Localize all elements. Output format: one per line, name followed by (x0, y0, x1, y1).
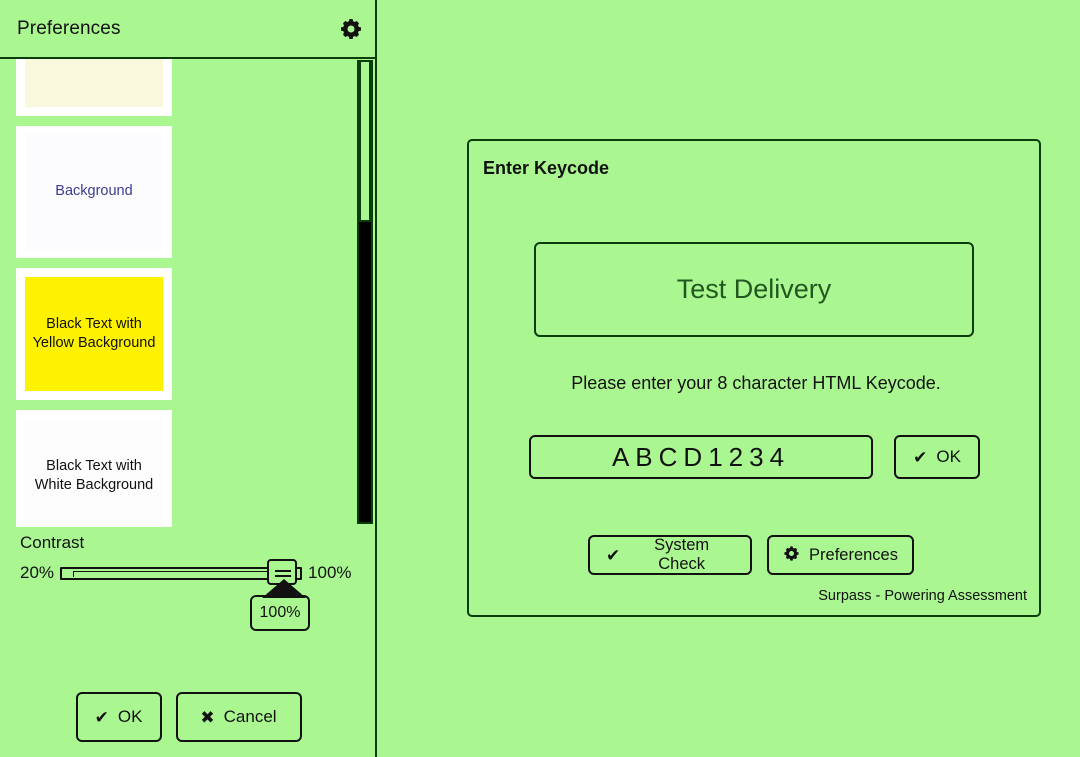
swatch-scroll-area[interactable]: Background Background Black Text with Yell… (0, 57, 375, 527)
contrast-label: Contrast (20, 533, 85, 552)
delivery-mode-label: Test Delivery (676, 274, 832, 304)
contrast-min-label: 20% (20, 563, 55, 582)
preferences-footer: ✔ OK ✖ Cancel (0, 692, 375, 742)
contrast-value-label: 100% (259, 604, 301, 621)
swatch-scrollbar[interactable] (357, 60, 373, 524)
preferences-ok-label: OK (117, 707, 143, 726)
swatch-black-text-cream-background[interactable]: Background (16, 59, 172, 116)
preferences-panel: Preferences Background Background Black Te… (0, 0, 377, 757)
keycode-ok-label: OK (936, 447, 961, 466)
colour-swatch-grid: Background Background Black Text with Yell… (0, 59, 350, 527)
contrast-control: Contrast 20% 100% (20, 533, 360, 585)
preferences-cancel-label: Cancel (223, 707, 277, 726)
swatch-black-text-white-background[interactable]: Black Text with White Background (16, 410, 172, 527)
cross-icon: ✖ (200, 707, 215, 727)
system-check-label: System Check (654, 536, 710, 573)
swatch-label: Background (25, 135, 163, 249)
swatch-label: Black Text with Yellow Background (25, 277, 163, 391)
swatch-dark-blue-text-white-background[interactable]: Background (16, 126, 172, 258)
preferences-titlebar: Preferences (0, 0, 375, 57)
keycode-entry-row: ✔ OK (529, 435, 980, 479)
brand-line: Surpass - Powering Assessment (818, 588, 1027, 604)
swatch-black-text-yellow-background[interactable]: Black Text with Yellow Background (16, 268, 172, 400)
gear-icon (783, 545, 800, 565)
delivery-mode-box: Test Delivery (534, 242, 974, 337)
gear-icon[interactable] (339, 17, 363, 41)
contrast-max-label: 100% (308, 563, 352, 582)
keycode-prompt: Please enter your 8 character HTML Keyco… (571, 373, 941, 393)
system-check-button[interactable]: ✔ System Check (588, 535, 752, 575)
contrast-slider-row: 20% 100% (20, 559, 360, 585)
page-title: Preferences (17, 17, 121, 39)
dialog-heading: Enter Keycode (483, 158, 610, 178)
swatch-scrollbar-thumb[interactable] (359, 60, 371, 222)
preferences-cancel-button[interactable]: ✖ Cancel (175, 692, 302, 742)
enter-keycode-dialog: Enter Keycode Test Delivery Please enter… (467, 139, 1041, 617)
check-icon: ✔ (606, 545, 621, 565)
preferences-ok-button[interactable]: ✔ OK (75, 692, 162, 742)
keycode-ok-button[interactable]: ✔ OK (894, 435, 980, 479)
preferences-button-label: Preferences (809, 545, 898, 564)
contrast-value-tooltip: 100% (250, 579, 310, 631)
keycode-input[interactable] (529, 435, 873, 479)
check-icon: ✔ (913, 447, 928, 467)
dialog-action-buttons: ✔ System Check Preferences (588, 535, 914, 575)
swatch-label: Background (25, 59, 163, 107)
swatch-label: Black Text with White Background (25, 419, 163, 527)
check-icon: ✔ (94, 707, 109, 727)
preferences-button[interactable]: Preferences (767, 535, 914, 575)
